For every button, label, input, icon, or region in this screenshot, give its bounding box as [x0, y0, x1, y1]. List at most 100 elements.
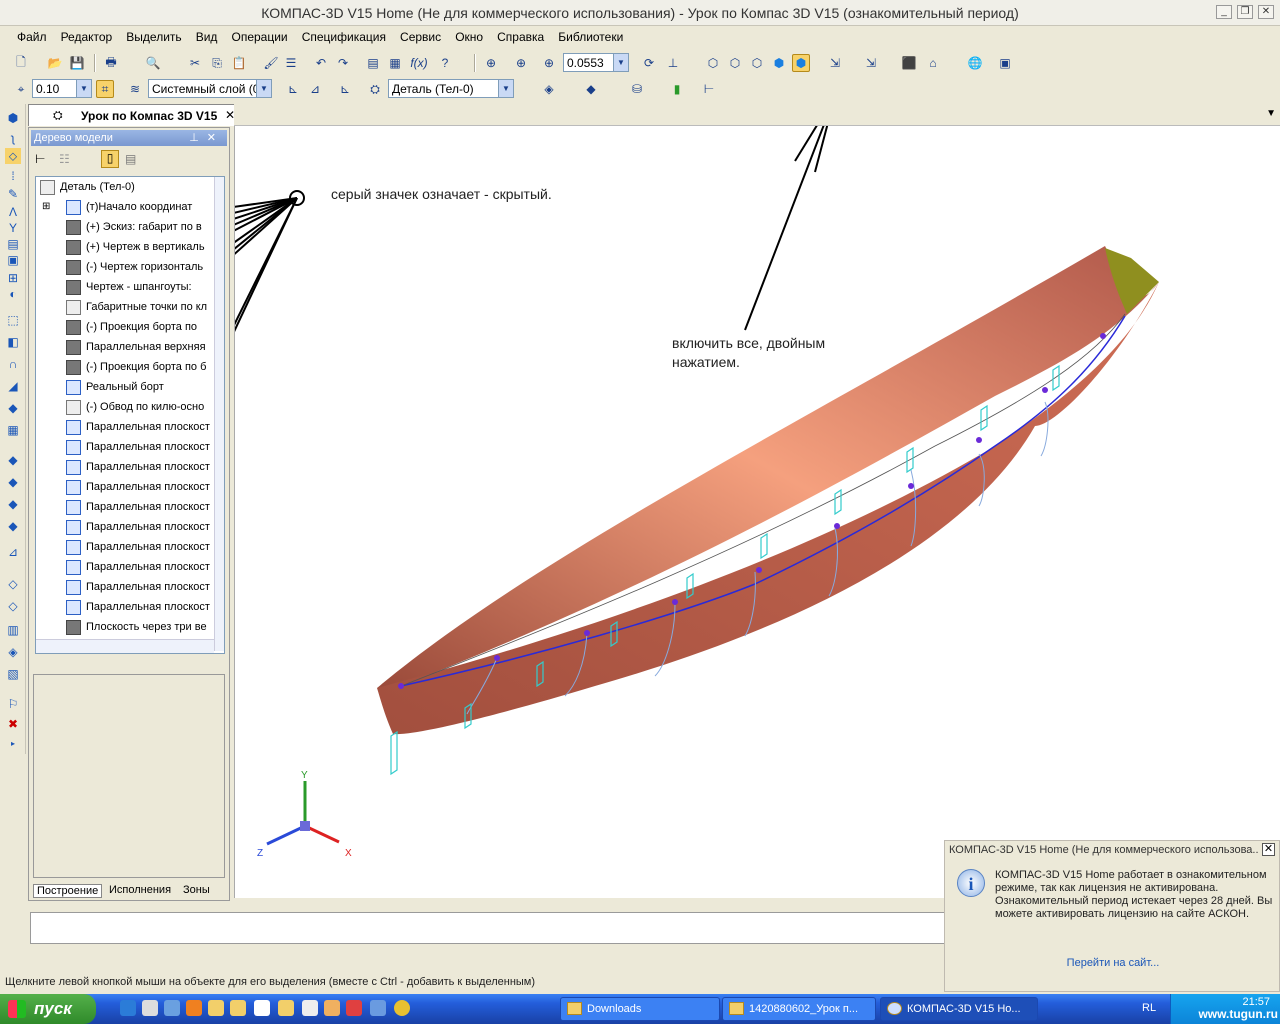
- format-brush-icon[interactable]: 🖌: [262, 54, 280, 72]
- remove-icon[interactable]: ✖: [5, 716, 21, 732]
- app-icon[interactable]: [370, 1000, 386, 1016]
- menu-select[interactable]: Выделить: [121, 28, 186, 46]
- more-tools-icon[interactable]: ▸: [5, 736, 21, 752]
- sweep-icon[interactable]: ∩: [5, 356, 21, 372]
- menu-help[interactable]: Справка: [492, 28, 549, 46]
- halftone-icon[interactable]: ⬢: [770, 54, 788, 72]
- library-icon[interactable]: 🌐: [966, 54, 984, 72]
- task-kompas[interactable]: КОМПАС-3D V15 Ho...: [880, 997, 1038, 1021]
- local-cs-icon[interactable]: ⊾: [284, 80, 302, 98]
- ie-icon[interactable]: [120, 1000, 136, 1016]
- menu-window[interactable]: Окно: [450, 28, 488, 46]
- manager-icon[interactable]: ▤: [364, 54, 382, 72]
- dimensions-icon[interactable]: Λ: [5, 204, 21, 220]
- surface-extrude-icon[interactable]: ◆: [5, 474, 21, 490]
- model-canvas[interactable]: Y X Z серый значек означает - скрытый. в…: [84, 95, 1280, 898]
- filter-icon[interactable]: Y: [5, 220, 21, 236]
- points-icon[interactable]: ⁞: [5, 168, 21, 184]
- menu-file[interactable]: Файл: [12, 28, 52, 46]
- loft-icon[interactable]: ◢: [5, 378, 21, 394]
- tab-zones[interactable]: Зоны: [183, 884, 210, 896]
- cs-edit-icon[interactable]: ⊿: [306, 80, 324, 98]
- save-icon[interactable]: 💾: [68, 54, 86, 72]
- hidden-lines-icon[interactable]: ⬡: [726, 54, 744, 72]
- show-all-objects-icon[interactable]: ⇲: [826, 54, 844, 72]
- tree-horizontal-scrollbar[interactable]: [36, 639, 214, 653]
- chevron-down-icon[interactable]: ▼: [1266, 108, 1276, 119]
- firefox-icon[interactable]: [186, 1000, 202, 1016]
- close-button[interactable]: ✕: [1258, 5, 1274, 19]
- start-button[interactable]: пуск: [0, 994, 96, 1024]
- go-to-site-link[interactable]: Перейти на сайт...: [945, 957, 1280, 969]
- zoom-icon[interactable]: ⊕: [540, 54, 558, 72]
- layers-icon[interactable]: ≋: [126, 80, 144, 98]
- variables-icon[interactable]: ▦: [386, 54, 404, 72]
- pin-icon[interactable]: ⊥: [189, 132, 207, 144]
- extrude-icon[interactable]: ⬚: [5, 312, 21, 328]
- language-indicator[interactable]: RL: [1142, 1002, 1156, 1014]
- thin-lines-icon[interactable]: ⬡: [748, 54, 766, 72]
- check-icon[interactable]: ▮: [668, 80, 686, 98]
- media-icon[interactable]: [142, 1000, 158, 1016]
- geometry-icon[interactable]: ⬦: [5, 148, 21, 164]
- notes-icon[interactable]: [278, 1000, 294, 1016]
- new-file-icon[interactable]: 🗋: [12, 54, 30, 72]
- snap-icon[interactable]: ⌖: [12, 80, 30, 98]
- section-icon[interactable]: ⌂: [924, 54, 942, 72]
- print-icon[interactable]: 🖶: [102, 54, 120, 72]
- edit-part-icon[interactable]: ⬢: [5, 110, 21, 126]
- menu-editor[interactable]: Редактор: [56, 28, 118, 46]
- grid-snap-icon[interactable]: ⌗: [96, 80, 114, 98]
- undo-icon[interactable]: ↶: [312, 54, 330, 72]
- folder-icon[interactable]: [208, 1000, 224, 1016]
- plane-tool-icon[interactable]: ◇: [5, 576, 21, 592]
- tree-sort-icon[interactable]: ☷: [59, 152, 70, 166]
- paste-icon[interactable]: 📋: [230, 54, 248, 72]
- tree-view-icon[interactable]: ▯: [101, 150, 119, 168]
- task-downloads[interactable]: Downloads: [560, 997, 720, 1021]
- rotate-icon[interactable]: ⟳: [640, 54, 658, 72]
- folder-icon[interactable]: [230, 1000, 246, 1016]
- dimension-icon[interactable]: ⊢: [700, 80, 718, 98]
- document-tab[interactable]: ⛭ Урок по Компас 3D V15 ✕: [28, 104, 240, 126]
- redo-icon[interactable]: ↷: [334, 54, 352, 72]
- cube-icon[interactable]: ⬛: [900, 54, 918, 72]
- show-planes-icon[interactable]: ⇲: [862, 54, 880, 72]
- axis-tool-icon[interactable]: ◇: [5, 598, 21, 614]
- close-icon[interactable]: ✕: [1262, 843, 1275, 856]
- function-icon[interactable]: f(x): [408, 54, 430, 72]
- wireframe-icon[interactable]: ⬡: [704, 54, 722, 72]
- settings-icon[interactable]: ▣: [996, 54, 1014, 72]
- tree-structure-icon[interactable]: ⊢: [35, 152, 45, 166]
- menu-specification[interactable]: Спецификация: [297, 28, 391, 46]
- material-icon[interactable]: ◈: [540, 80, 558, 98]
- detail-icon[interactable]: ⛭: [366, 80, 384, 98]
- properties-icon[interactable]: ☰: [282, 54, 300, 72]
- chrome-icon[interactable]: [394, 1000, 410, 1016]
- shaded-icon[interactable]: ⬢: [792, 54, 810, 72]
- pen-icon[interactable]: ✎: [5, 186, 21, 202]
- menu-operations[interactable]: Операции: [227, 28, 293, 46]
- tree-scrollbar[interactable]: [214, 177, 224, 651]
- sheet-icon[interactable]: ⊿: [5, 544, 21, 560]
- zoom-window-icon[interactable]: ⊕: [482, 54, 500, 72]
- surface-loft-icon[interactable]: ◆: [5, 496, 21, 512]
- zoom-field[interactable]: 0.0553 ▼: [563, 53, 629, 72]
- hatch-icon[interactable]: ▧: [5, 666, 21, 682]
- patch-icon[interactable]: ◆: [5, 518, 21, 534]
- array-icon[interactable]: ▦: [5, 422, 21, 438]
- measure-icon[interactable]: ▥: [5, 622, 21, 638]
- specification-icon[interactable]: ⊞: [5, 270, 21, 286]
- tab-versions[interactable]: Исполнения: [109, 884, 171, 896]
- viewport[interactable]: ▼ Y X Z серый значек означает - скрытый.…: [84, 95, 1280, 898]
- tab-construction[interactable]: Построение: [33, 884, 103, 898]
- revolve-icon[interactable]: ◧: [5, 334, 21, 350]
- detail-field[interactable]: Деталь (Тел-0) ▼: [388, 79, 514, 98]
- maximize-button[interactable]: ❐: [1237, 5, 1253, 19]
- paint-icon[interactable]: [324, 1000, 340, 1016]
- delete-tool-icon[interactable]: ⚐: [5, 696, 21, 712]
- step-field[interactable]: 0.10 ▼: [32, 79, 92, 98]
- curve-icon[interactable]: ʅ: [5, 130, 21, 146]
- surface-icon[interactable]: ◆: [5, 452, 21, 468]
- orientation-plane-icon[interactable]: ⊾: [336, 80, 354, 98]
